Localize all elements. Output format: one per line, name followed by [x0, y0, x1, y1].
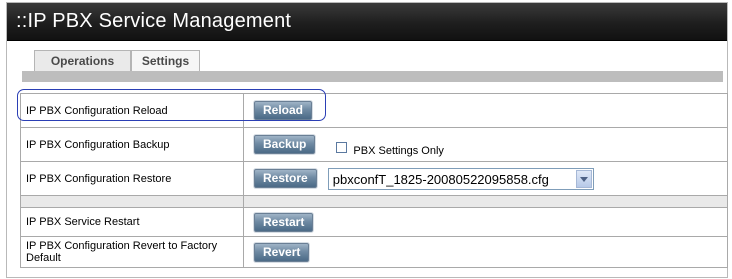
- tab-settings[interactable]: Settings: [131, 50, 200, 71]
- tab-strip: [22, 71, 723, 82]
- row-label: IP PBX Service Restart: [20, 207, 244, 237]
- chevron-down-icon[interactable]: [575, 169, 592, 188]
- row-label: IP PBX Configuration Revert to Factory D…: [20, 236, 244, 268]
- table-row: IP PBX Configuration Restore Restore pbx…: [20, 161, 728, 196]
- revert-button[interactable]: Revert: [254, 242, 310, 262]
- page-title: ::IP PBX Service Management: [16, 10, 292, 32]
- row-action: Restore pbxconfT_1825-20080522095858.cfg: [243, 161, 728, 196]
- backup-button[interactable]: Backup: [254, 135, 316, 154]
- spacer-cell: [20, 195, 244, 208]
- restart-button[interactable]: Restart: [254, 212, 314, 232]
- table-row: IP PBX Configuration Backup Backup PBX S…: [20, 127, 728, 162]
- pbx-settings-only-option: PBX Settings Only: [318, 141, 444, 157]
- title-bar: ::IP PBX Service Management: [7, 3, 727, 41]
- row-label: IP PBX Configuration Restore: [20, 161, 244, 196]
- row-label: IP PBX Configuration Backup: [20, 127, 244, 162]
- row-label: IP PBX Configuration Reload: [20, 93, 244, 128]
- row-action: Backup PBX Settings Only: [243, 127, 728, 162]
- operations-table: IP PBX Configuration Reload Reload IP PB…: [20, 93, 728, 268]
- row-action: Reload: [243, 93, 728, 128]
- restore-button[interactable]: Restore: [254, 169, 317, 188]
- spacer-cell: [243, 195, 728, 208]
- pbx-settings-only-checkbox[interactable]: [336, 142, 348, 153]
- table-row: IP PBX Configuration Revert to Factory D…: [20, 236, 728, 268]
- table-row: IP PBX Configuration Reload Reload: [20, 93, 728, 128]
- pbx-settings-only-label: PBX Settings Only: [353, 144, 444, 157]
- row-action: Revert: [243, 236, 728, 268]
- service-management-panel: ::IP PBX Service Management Operations S…: [6, 2, 728, 278]
- content-area: Operations Settings IP PBX Configuration…: [7, 41, 728, 277]
- table-row: IP PBX Service Restart Restart: [20, 207, 728, 237]
- table-spacer-row: [20, 195, 728, 208]
- row-action: Restart: [243, 207, 728, 237]
- tab-operations[interactable]: Operations: [34, 50, 131, 71]
- restore-file-value: pbxconfT_1825-20080522095858.cfg: [332, 171, 549, 187]
- restore-file-select[interactable]: pbxconfT_1825-20080522095858.cfg: [327, 167, 594, 190]
- reload-button[interactable]: Reload: [254, 101, 313, 120]
